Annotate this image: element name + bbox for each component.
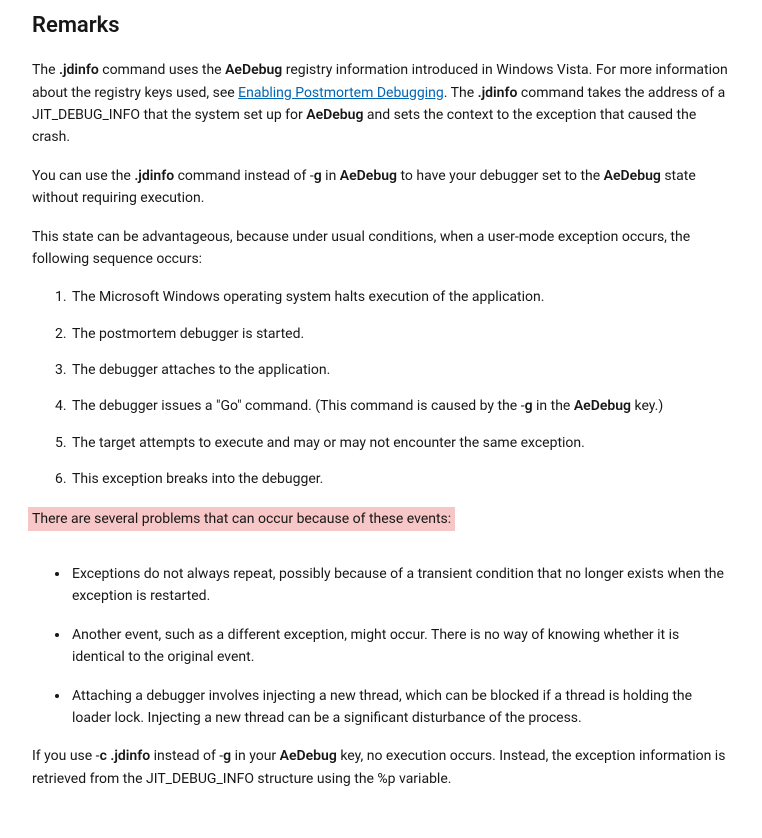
text: command uses the	[99, 62, 225, 78]
list-item: The target attempts to execute and may o…	[70, 432, 730, 454]
text: The debugger issues a "Go" command. (Thi…	[72, 398, 525, 414]
text: You can use the	[32, 168, 134, 184]
list-item: Another event, such as a different excep…	[70, 624, 730, 669]
list-item: This exception breaks into the debugger.	[70, 468, 730, 490]
text: command instead of -	[174, 168, 314, 184]
remarks-heading: Remarks	[32, 8, 730, 43]
list-item: The postmortem debugger is started.	[70, 323, 730, 345]
bold-c-jdinfo: c .jdinfo	[100, 748, 151, 764]
bold-jdinfo: .jdinfo	[478, 85, 518, 101]
text: instead of -	[150, 748, 223, 764]
list-item: Attaching a debugger involves injecting …	[70, 685, 730, 730]
ordered-list-sequence: The Microsoft Windows operating system h…	[32, 286, 730, 490]
text: The	[32, 62, 59, 78]
bold-aedebug: AeDebug	[280, 748, 337, 764]
text: in your	[231, 748, 280, 764]
text: in the	[533, 398, 574, 414]
text: . The	[444, 85, 478, 101]
paragraph-4-highlight-wrapper: There are several problems that can occu…	[32, 507, 730, 547]
bold-aedebug: AeDebug	[574, 398, 631, 414]
bold-jdinfo: .jdinfo	[59, 62, 99, 78]
list-item: Exceptions do not always repeat, possibl…	[70, 563, 730, 608]
paragraph-3: This state can be advantageous, because …	[32, 226, 730, 271]
bold-jdinfo: .jdinfo	[134, 168, 174, 184]
text: to have your debugger set to the	[397, 168, 604, 184]
list-item: The debugger attaches to the application…	[70, 359, 730, 381]
paragraph-1: The .jdinfo command uses the AeDebug reg…	[32, 59, 730, 149]
bold-aedebug: AeDebug	[604, 168, 661, 184]
text: key.)	[631, 398, 663, 414]
text: in	[322, 168, 340, 184]
text: If you use -	[32, 748, 100, 764]
bold-g: g	[314, 168, 322, 184]
bold-aedebug: AeDebug	[306, 107, 363, 123]
list-item: The debugger issues a "Go" command. (Thi…	[70, 395, 730, 417]
link-enabling-postmortem-debugging[interactable]: Enabling Postmortem Debugging	[238, 85, 444, 101]
highlighted-text: There are several problems that can occu…	[28, 507, 455, 531]
list-item: The Microsoft Windows operating system h…	[70, 286, 730, 308]
paragraph-5: If you use -c .jdinfo instead of -g in y…	[32, 745, 730, 790]
unordered-list-problems: Exceptions do not always repeat, possibl…	[32, 563, 730, 729]
bold-aedebug: AeDebug	[340, 168, 397, 184]
paragraph-2: You can use the .jdinfo command instead …	[32, 165, 730, 210]
bold-g: g	[525, 398, 533, 414]
bold-g: g	[223, 748, 231, 764]
bold-aedebug: AeDebug	[225, 62, 282, 78]
